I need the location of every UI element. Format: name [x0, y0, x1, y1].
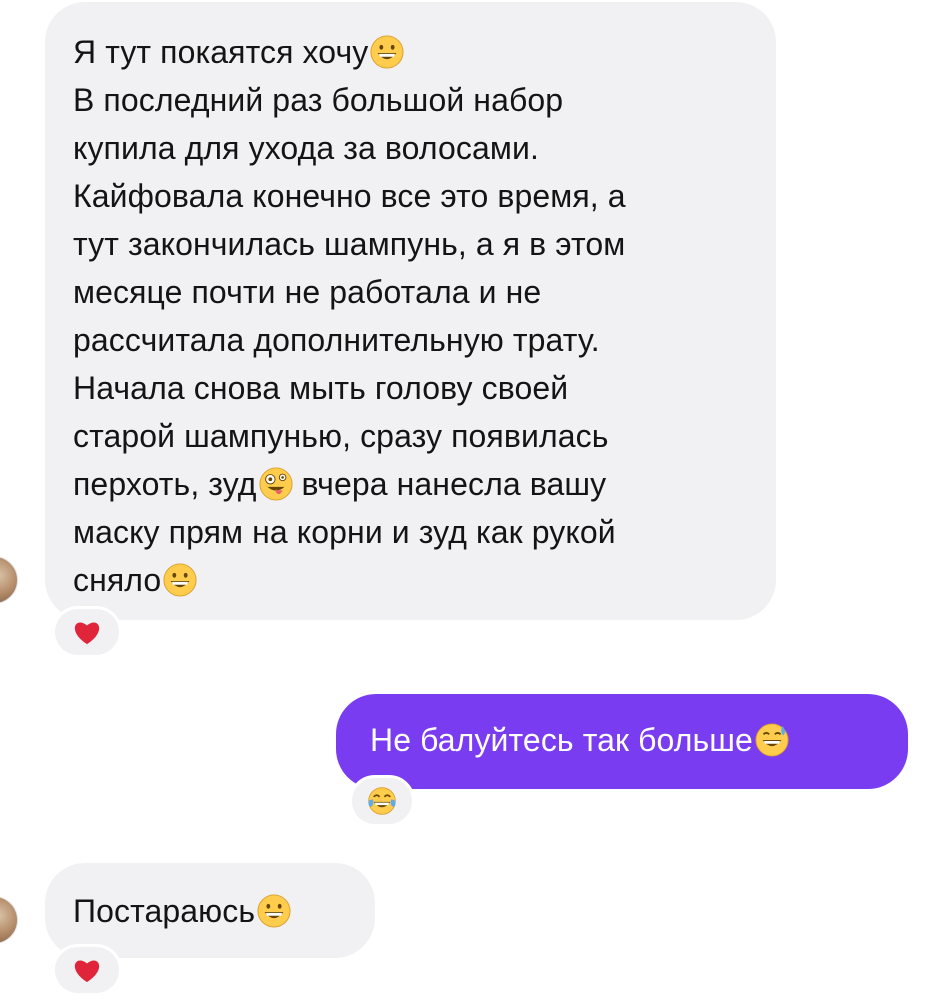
message-line: рассчитала дополнительную трату.: [73, 322, 600, 358]
grinning-face-icon: [257, 894, 291, 928]
reaction-badge[interactable]: [52, 944, 122, 996]
message-line: тут закончилась шампунь, а я в этом: [73, 226, 626, 262]
contact-avatar[interactable]: [0, 896, 18, 944]
message-line: Кайфовала конечно все это время, а: [73, 178, 626, 214]
tears-of-joy-icon: [368, 787, 396, 815]
reaction-badge[interactable]: [349, 775, 415, 827]
message-line: сняло: [73, 556, 748, 604]
heart-icon: [74, 960, 100, 983]
message-line: перхоть, зуд вчера нанесла вашу: [73, 466, 607, 502]
grinning-face-icon: [163, 563, 197, 597]
message-text: Не балуйтесь так больше: [370, 722, 753, 758]
grinning-face-icon: [370, 35, 404, 69]
message-line: маску прям на корни и зуд как рукой: [73, 514, 616, 550]
message-text: Постараюсь: [73, 893, 256, 929]
zany-face-icon: [259, 467, 293, 501]
grinning-sweat-icon: [755, 723, 789, 757]
message-line: Я тут покаятся хочу: [73, 28, 748, 76]
message-line: купила для ухода за волосами.: [73, 130, 539, 166]
message-line: месяце почти не работала и не: [73, 274, 542, 310]
message-line: В последний раз большой набор: [73, 82, 564, 118]
reaction-badge[interactable]: [52, 606, 122, 658]
heart-icon: [74, 622, 100, 645]
contact-avatar[interactable]: [0, 556, 18, 604]
outgoing-message-bubble[interactable]: Не балуйтесь так больше: [336, 694, 908, 789]
message-line: старой шампунью, сразу появилась: [73, 418, 609, 454]
chat-thread: Я тут покаятся хочу В последний раз боль…: [0, 0, 945, 1001]
incoming-message-bubble[interactable]: Я тут покаятся хочу В последний раз боль…: [45, 2, 776, 620]
message-line: Начала снова мыть голову своей: [73, 370, 569, 406]
